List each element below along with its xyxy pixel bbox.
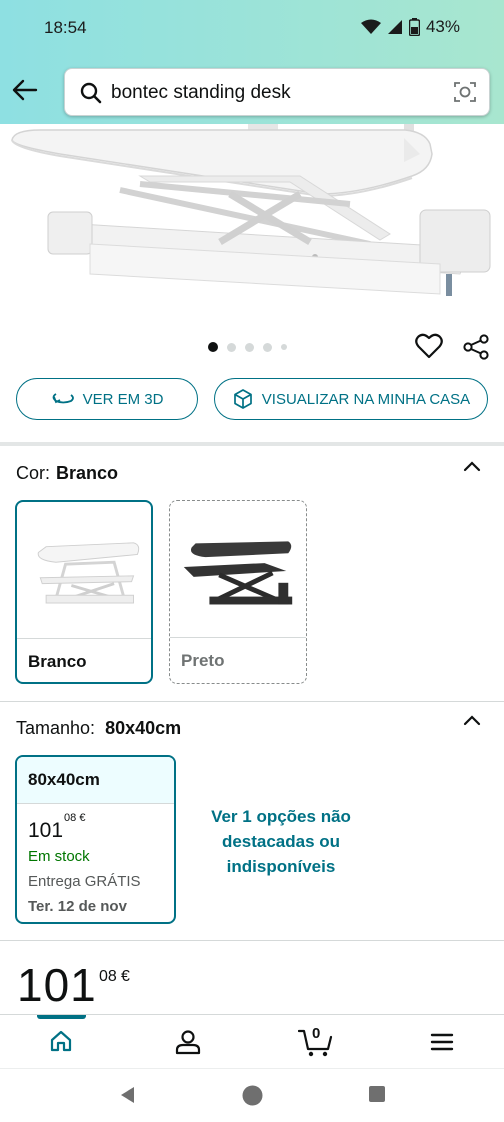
color-value: Branco — [56, 463, 119, 483]
color-option-label: Preto — [181, 651, 225, 670]
price-whole: 101 — [17, 959, 97, 1011]
home-icon[interactable] — [49, 1029, 73, 1053]
size-option-price: 10108 € — [28, 812, 86, 842]
search-bar[interactable]: bontec standing desk — [64, 68, 490, 116]
pager-dot[interactable] — [281, 344, 287, 350]
pager-dot[interactable] — [263, 342, 272, 352]
more-options-link[interactable]: Ver 1 opções não destacadas ou indisponí… — [196, 804, 366, 879]
ar-cube-icon — [233, 389, 252, 409]
size-value: 80x40cm — [105, 718, 182, 738]
share-icon[interactable] — [462, 334, 490, 360]
chevron-up-icon[interactable] — [462, 459, 482, 473]
delivery-text: Entrega GRÁTIS — [28, 873, 141, 890]
delivery-date: Ter. 12 de nov — [28, 898, 127, 915]
section-divider — [0, 442, 504, 446]
view-3d-button[interactable]: VER EM 3D — [16, 378, 198, 420]
cart-button[interactable]: 0 — [297, 1025, 334, 1057]
system-recents-icon[interactable] — [368, 1085, 386, 1103]
size-option-card[interactable]: 80x40cm 10108 € Em stock Entrega GRÁTIS … — [15, 755, 176, 924]
system-back-icon[interactable] — [118, 1085, 136, 1105]
pager-dot[interactable] — [245, 342, 254, 352]
menu-icon[interactable] — [430, 1032, 454, 1052]
battery-percent: 43% — [425, 17, 460, 36]
section-divider — [0, 701, 504, 702]
image-pager[interactable] — [208, 342, 287, 352]
active-tab-indicator — [37, 1015, 86, 1019]
price-currency: € — [121, 968, 131, 985]
view-in-home-label: VISUALIZAR NA MINHA CASA — [261, 390, 471, 408]
rotate-3d-icon — [52, 393, 74, 404]
system-home-icon[interactable] — [242, 1085, 263, 1106]
stock-status: Em stock — [28, 848, 90, 865]
app-header: 18:54 43% bontec standing desk — [0, 0, 504, 124]
standing-desk-image — [11, 124, 491, 296]
account-icon[interactable] — [175, 1029, 201, 1055]
color-option-preto[interactable]: Preto — [169, 500, 307, 684]
wifi-icon — [360, 19, 381, 34]
section-divider — [0, 940, 504, 941]
view-in-home-button[interactable]: VISUALIZAR NA MINHA CASA — [214, 378, 488, 420]
black-desk-thumbnail — [183, 541, 293, 605]
arrow-left-icon — [12, 79, 38, 101]
system-nav-bar — [0, 1068, 504, 1122]
status-bar: 18:54 43% — [0, 0, 504, 56]
heart-icon[interactable] — [415, 333, 443, 359]
battery-icon — [408, 18, 420, 36]
price-cents: 08 — [99, 968, 117, 985]
back-button[interactable] — [8, 72, 42, 108]
size-label: Tamanho: 80x40cm — [16, 718, 182, 738]
pager-dot[interactable] — [227, 342, 236, 352]
main-price: 101 08 € — [17, 958, 130, 1012]
chevron-up-icon[interactable] — [462, 713, 482, 727]
color-option-branco[interactable]: Branco — [15, 500, 153, 684]
size-option-title: 80x40cm — [17, 757, 174, 804]
pager-dot[interactable] — [208, 342, 218, 352]
status-time: 18:54 — [44, 18, 87, 37]
camera-search-icon[interactable] — [453, 80, 477, 104]
search-icon — [80, 82, 102, 104]
signal-icon — [387, 20, 402, 34]
white-desk-thumbnail — [37, 542, 140, 604]
product-image[interactable] — [0, 124, 504, 320]
search-input[interactable]: bontec standing desk — [111, 82, 291, 104]
view-3d-label: VER EM 3D — [82, 390, 164, 408]
cart-count: 0 — [312, 1025, 321, 1042]
color-label: Cor: Branco — [16, 463, 119, 483]
bottom-nav: 0 — [0, 1014, 504, 1068]
color-option-label: Branco — [28, 652, 87, 671]
